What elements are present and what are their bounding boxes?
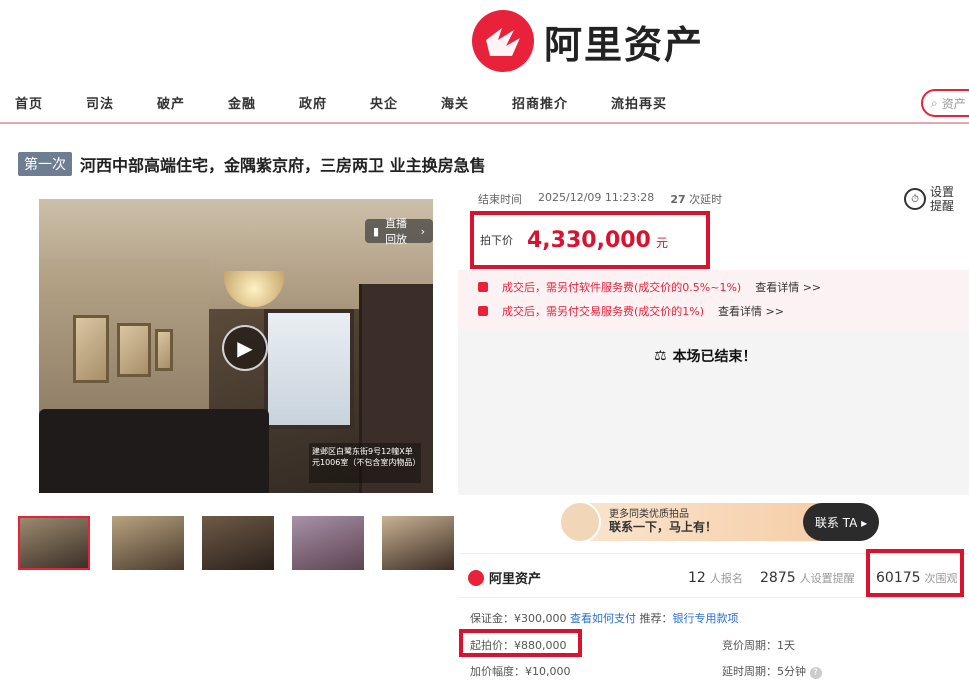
thumbnail[interactable] [202,516,274,570]
fee-detail-link[interactable]: 查看详情 >> [718,303,784,319]
ended-area: ⚖ 本场已结束！ [458,330,969,495]
deposit: 保证金：¥300,000 [470,612,567,625]
reminder-label: 人设置提醒 [799,572,855,585]
bid-increment: 加价幅度：¥10,000 [470,665,571,678]
recommend-link[interactable]: 银行专用款项 [673,612,739,625]
ended-text: 本场已结束！ [672,349,757,365]
search-input[interactable]: ⌕ 资产 [921,89,969,117]
site-header: 阿里资产 [0,0,969,84]
fee-notice: 成交后，需另付软件服务费(成交价的0.5%~1%) 查看详情 >> 成交后，需另… [458,270,969,330]
replay-icon: ▮ [373,224,380,238]
reminder-count: 2875 人设置提醒 [760,570,855,586]
small-brand-name: 阿里资产 [489,572,542,587]
thumbnail[interactable] [382,516,454,570]
signup-value: 12 [688,570,706,586]
gavel-icon: ⚖ [654,348,667,364]
help-icon[interactable]: ? [809,667,822,679]
nav-item-soe[interactable]: 央企 [370,93,398,112]
nav-item-home[interactable]: 首页 [15,93,43,112]
replay-label: 直播回放 [385,217,408,246]
photo-painting [155,329,173,371]
alarm-clock-icon: ⏱ [904,188,926,210]
photo-painting [73,315,109,383]
page-title: 河西中部高端住宅，金隅紫京府，三房两卫 业主换房急售 [80,156,486,175]
contact-text: 更多同类优质拍品 联系一下，马上有！ [609,509,717,535]
brand-name: 阿里资产 [544,22,705,67]
search-icon: ⌕ [931,95,938,110]
play-icon[interactable]: ▶ [222,325,268,371]
contact-banner[interactable]: 更多同类优质拍品 联系一下，马上有！ 联系 TA ▸ [559,501,879,543]
thumbnail[interactable] [112,516,184,570]
price-unit: 元 [655,235,668,250]
nav-item-judicial[interactable]: 司法 [86,93,114,112]
final-price: 4,330,000 [527,227,651,253]
delay-cycle: 延时周期：5分钟 [722,665,806,678]
search-placeholder: 资产 [941,96,966,111]
end-time-value: 2025/12/09 11:23:28 [538,191,655,204]
fee-software: 成交后，需另付软件服务费(成交价的0.5%~1%) 查看详情 >> [478,279,821,295]
fee-icon [478,282,488,292]
photo-sofa [39,409,269,493]
fee-icon [478,306,488,316]
nav-item-bankruptcy[interactable]: 破产 [157,93,185,112]
fee-transaction: 成交后，需另付交易服务费(成交价的1%) 查看详情 >> [478,303,784,319]
delay-cycle-row: 延时周期：5分钟 ? [722,663,822,679]
fee-text: 成交后，需另付交易服务费(成交价的1%) [502,305,705,318]
end-time-row: 结束时间 2025/12/09 11:23:28 27 次延时 [478,191,722,207]
thumbnail[interactable] [18,516,90,570]
recommend-label: 推荐： [639,612,673,625]
nav-item-government[interactable]: 政府 [299,93,327,112]
stats-bar: 阿里资产 12 人报名 2875 人设置提醒 60175 次围观 [458,549,969,598]
contact-button[interactable]: 联系 TA ▸ [803,503,879,541]
logo-mark-icon [468,569,484,586]
listing-title-row: 第一次 河西中部高端住宅，金隅紫京府，三房两卫 业主换房急售 [18,152,486,176]
deposit-row: 保证金：¥300,000 查看如何支付 推荐：银行专用款项 [470,610,739,626]
photo-caption: 建邺区白鹭东街9号12幢X单元1006室（不包含室内物品） [309,443,421,483]
round-badge: 第一次 [18,152,72,176]
auction-ended: ⚖ 本场已结束！ [654,346,757,366]
how-to-pay-link[interactable]: 查看如何支付 [570,612,636,625]
main-photo[interactable]: ▶ ▮ 直播回放 › 建邺区白鹭东街9号12幢X单元1006室（不包含室内物品） [39,199,433,493]
fee-detail-link[interactable]: 查看详情 >> [755,279,821,295]
small-brand-logo: 阿里资产 [468,568,541,587]
chevron-right-icon: › [420,224,425,238]
price-label: 拍下价 [480,234,513,247]
start-price-highlight-box [459,629,582,657]
reminder-value: 2875 [760,570,796,586]
nav-item-customs[interactable]: 海关 [441,93,469,112]
photo-painting [117,323,151,377]
delay-label: 次延时 [689,193,723,206]
avatar [559,501,601,543]
nav-item-finance[interactable]: 金融 [228,93,256,112]
set-reminder-button[interactable]: ⏱ 设置提醒 [904,185,956,213]
final-price-box: 拍下价 4,330,000 元 [470,211,710,269]
reminder-label: 设置提醒 [930,185,955,213]
delay-count: 27 [670,193,686,206]
fee-text: 成交后，需另付软件服务费(成交价的0.5%~1%) [502,281,742,294]
bid-cycle: 竞价周期：1天 [722,639,795,652]
nav-item-investment[interactable]: 招商推介 [512,93,568,112]
logo-mark-icon [472,10,534,72]
main-nav: 首页 司法 破产 金融 政府 央企 海关 招商推介 流拍再买 [0,84,969,124]
view-highlight-box [866,549,964,597]
nav-item-resale[interactable]: 流拍再买 [611,93,667,112]
replay-button[interactable]: ▮ 直播回放 › [365,217,433,246]
signup-count: 12 人报名 [688,570,743,586]
contact-line2: 联系一下，马上有！ [609,520,718,534]
signup-label: 人报名 [709,572,743,585]
delay-info: 27 次延时 [670,191,722,207]
end-time-label: 结束时间 [478,193,522,206]
photo-window [264,309,354,429]
thumbnail[interactable] [292,516,364,570]
brand-logo[interactable]: 阿里资产 [472,10,704,72]
start-price-row: 起拍价：¥880,000 [459,629,582,657]
